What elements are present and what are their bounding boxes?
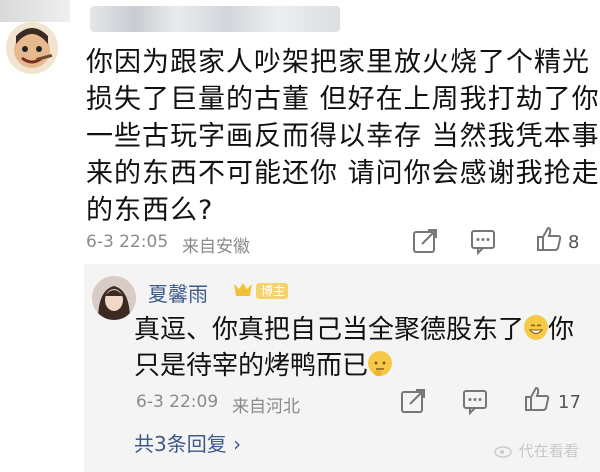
watermark: 代在看看 <box>494 440 579 461</box>
commenter-avatar[interactable] <box>6 22 58 74</box>
reply-like-count: 17 <box>558 392 581 413</box>
reply-avatar[interactable] <box>92 276 136 320</box>
reply-timestamp: 6-3 22:09 <box>136 392 219 412</box>
reply-like-icon[interactable] <box>522 384 552 414</box>
blurred-username <box>90 6 340 32</box>
comment-icon[interactable] <box>468 226 498 256</box>
like-icon[interactable] <box>534 224 564 254</box>
comment-line: 来的东西不可能还你 请问你会感谢我抢走你 <box>86 158 600 189</box>
cropped-header-blur <box>0 0 70 22</box>
comment-location: 来自安徽 <box>182 237 250 257</box>
comment-line: 你因为跟家人吵架把家里放火烧了个精光 你 <box>86 47 600 78</box>
reply-body: 真逗、你真把自己当全聚德股东了你 只是待宰的烤鸭而已 <box>134 312 594 384</box>
comment-like-count: 8 <box>568 232 580 253</box>
share-icon[interactable] <box>410 226 440 256</box>
more-replies-link[interactable]: 共3条回复 › <box>134 428 241 457</box>
comment-body: 你因为跟家人吵架把家里放火烧了个精光 你 损失了巨量的古董 但好在上周我打劫了你… <box>86 44 600 229</box>
blogger-badge: 博主 <box>232 280 290 302</box>
comment-line: 一些古玩字画反而得以幸存 当然我凭本事抢 <box>86 121 600 152</box>
grin-emoji-icon <box>524 315 549 340</box>
reply-comment-icon[interactable] <box>460 386 490 416</box>
thinking-emoji-icon <box>368 351 393 376</box>
reply-share-icon[interactable] <box>398 386 428 416</box>
reply-location: 来自河北 <box>232 397 300 417</box>
reply-line: 只是待宰的烤鸭而已 <box>134 348 594 384</box>
reply-username[interactable]: 夏馨雨 <box>148 278 208 307</box>
comment-timestamp: 6-3 22:05 <box>86 232 169 252</box>
reply-line: 真逗、你真把自己当全聚德股东了你 <box>134 315 575 345</box>
comment-line: 损失了巨量的古董 但好在上周我打劫了你家 <box>86 84 600 115</box>
badge-label: 博主 <box>261 284 286 298</box>
comment-line: 的东西么? <box>86 195 214 226</box>
